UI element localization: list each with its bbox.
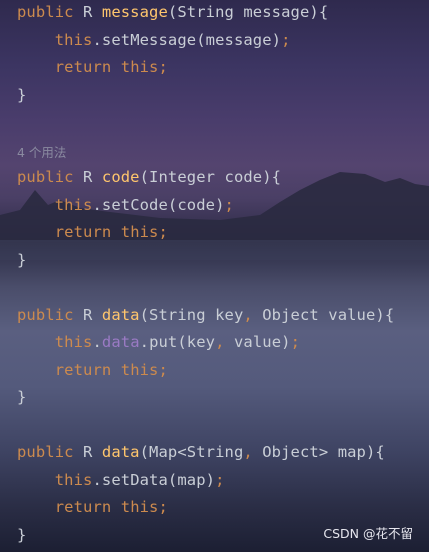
- code-token: }: [17, 86, 27, 104]
- code-token: this: [54, 196, 93, 214]
- code-token: .: [92, 333, 102, 351]
- code-line[interactable]: }: [17, 525, 26, 545]
- code-token: this: [54, 333, 93, 351]
- code-line[interactable]: public R message(String message){: [17, 2, 328, 22]
- code-line[interactable]: public R code(Integer code){: [17, 167, 281, 187]
- code-token: R: [73, 3, 102, 21]
- code-token: this: [54, 471, 93, 489]
- code-token: ;: [158, 58, 168, 76]
- code-line[interactable]: }: [17, 85, 26, 105]
- code-token: message: [101, 3, 168, 21]
- code-token: ,: [243, 306, 253, 324]
- code-token: ,: [215, 333, 225, 351]
- code-token: .setCode(code): [92, 196, 225, 214]
- code-line[interactable]: this.setCode(code);: [17, 195, 234, 215]
- code-token: Object> map){: [252, 443, 385, 461]
- code-token: this: [54, 31, 93, 49]
- code-token: return this: [54, 361, 159, 379]
- code-line[interactable]: public R data(Map<String, Object> map){: [17, 442, 385, 462]
- code-token: .setData(map): [92, 471, 216, 489]
- code-line[interactable]: return this;: [17, 57, 168, 77]
- code-token: (String message){: [167, 3, 329, 21]
- code-token: ;: [281, 31, 291, 49]
- code-line[interactable]: this.data.put(key, value);: [17, 332, 300, 352]
- code-token: R: [73, 168, 102, 186]
- code-line[interactable]: this.setMessage(message);: [17, 30, 291, 50]
- code-token: ;: [224, 196, 234, 214]
- code-token: public: [17, 306, 74, 324]
- code-line[interactable]: }: [17, 387, 26, 407]
- code-line[interactable]: this.setData(map);: [17, 470, 225, 490]
- code-line[interactable]: public R data(String key, Object value){: [17, 305, 394, 325]
- code-token: (Integer code){: [139, 168, 282, 186]
- code-token: R: [73, 443, 102, 461]
- code-token: return this: [54, 498, 159, 516]
- code-token: public: [17, 443, 74, 461]
- code-line[interactable]: return this;: [17, 222, 168, 242]
- code-line[interactable]: return this;: [17, 360, 168, 380]
- code-line[interactable]: }: [17, 250, 26, 270]
- code-token: return this: [54, 223, 159, 241]
- code-token: return this: [54, 58, 159, 76]
- code-token: R: [73, 306, 102, 324]
- code-token: code: [101, 168, 140, 186]
- code-token: ;: [158, 361, 168, 379]
- code-token: data: [101, 443, 140, 461]
- code-token: }: [17, 251, 27, 269]
- csdn-watermark: CSDN @花不留: [323, 526, 413, 541]
- usage-hint[interactable]: 4 个用法: [17, 142, 66, 161]
- code-token: ,: [243, 443, 253, 461]
- code-token: ;: [158, 498, 168, 516]
- code-token: }: [17, 388, 27, 406]
- code-token: public: [17, 168, 74, 186]
- code-token: ;: [215, 471, 225, 489]
- code-token: value): [224, 333, 291, 351]
- code-token: data: [101, 306, 140, 324]
- code-token: .setMessage(message): [92, 31, 282, 49]
- code-token: (String key: [139, 306, 244, 324]
- code-line[interactable]: return this;: [17, 497, 168, 517]
- code-token: data: [101, 333, 140, 351]
- code-token: .put(key: [139, 333, 216, 351]
- code-token: ;: [290, 333, 301, 351]
- code-token: (Map<String: [139, 443, 244, 461]
- code-token: ;: [158, 223, 168, 241]
- code-token: Object value){: [252, 306, 395, 324]
- code-token: }: [17, 526, 27, 544]
- code-token: public: [17, 3, 74, 21]
